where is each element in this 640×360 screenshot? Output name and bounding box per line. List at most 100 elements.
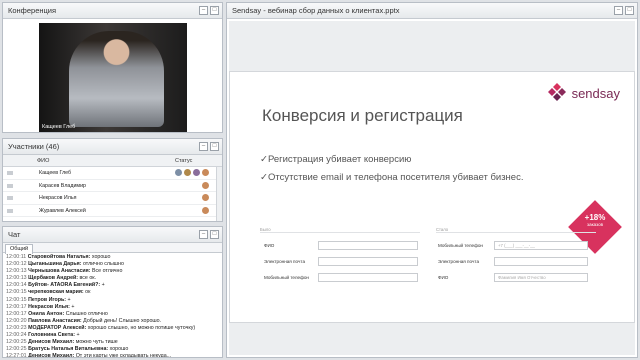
participant-status [175,169,209,176]
form-caption: Стало [436,227,449,232]
presentation-header: Sendsay - вебинар сбор данных о клиентах… [227,3,637,19]
participant-row[interactable]: Кащеев Глеб [3,167,222,180]
maximize-button[interactable]: □ [210,142,219,151]
chat-message: 12:00:15 черепковская мария: ок [6,289,219,296]
badge-percent: +18% [584,213,606,222]
chat-author: Павлова Анастасия: [28,317,82,324]
chat-messages: 12:00:11 Старовойтова Наталья: хорошо 12:… [3,253,222,358]
tab-general[interactable]: Общий [5,244,34,254]
participant-status [175,206,209,214]
chat-text: Все отлично [90,268,123,275]
chat-text: + [75,332,80,339]
form-caption: Было [260,227,271,232]
slide-viewport: sendsay Конверсия и регистрация ✓Регистр… [229,21,635,355]
presenter-icon [193,169,200,176]
field-label: ФИО [438,275,449,280]
chat-author: Онила Антон: [28,310,65,317]
chat-message: 12:00:14 Буйтов- ATAORA Евгений?: + [6,282,219,289]
participant-row[interactable]: Некрасов Илья [3,192,222,205]
microphone-icon [184,169,191,176]
name-input[interactable] [318,241,418,250]
form-after: Стало Мобильный телефон +7 (___) ___-__-… [436,227,596,294]
participants-scrollbar[interactable] [216,167,222,221]
logo-text: sendsay [571,85,620,101]
chat-message: 12:00:17 Некрасов Илья: + [6,304,219,311]
conference-title: Конференция [8,6,57,15]
column-name[interactable]: ФИО [37,155,49,167]
row-marker-icon [7,196,13,200]
presentation-title: Sendsay - вебинар сбор данных о клиентах… [232,6,400,15]
video-caption: Кащеев Глеб [42,124,76,130]
participant-row[interactable]: Журавлев Алексей [3,205,222,217]
participant-status [175,194,209,201]
chat-author: Чернышова Анастасия: [28,268,91,275]
conference-panel: Конференция – □ Кащеев Глеб [2,2,223,133]
chat-message: 12:00:17 Онила Антон: Слышно отлично [6,311,219,318]
name-input[interactable]: Фамилия Имя Отчество [494,273,588,282]
chat-author: Головнина Света: [28,332,76,339]
phone-input[interactable]: +7 (___) ___-__-__ [494,241,588,250]
chat-message: 12:00:24 Головнина Света: + [6,332,219,339]
slide: sendsay Конверсия и регистрация ✓Регистр… [229,71,635,323]
sendsay-logo: sendsay [546,82,620,104]
chat-time: 12:00:24 [6,332,27,339]
chat-text: отлично слышно [81,261,124,268]
phone-input[interactable] [318,273,418,282]
conversion-badge-text: +18% заказов [576,213,614,227]
maximize-button[interactable]: □ [210,6,219,15]
video-feed[interactable]: Кащеев Глеб [39,23,187,132]
column-status[interactable]: Статус [175,155,192,167]
participants-window-controls: – □ [199,142,219,151]
chat-time: 12:00:15 [6,296,27,303]
chat-author: Цыганьшина Дарья: [28,261,82,268]
participant-name: Карасев Владимир [39,182,86,189]
minimize-button[interactable]: – [614,6,623,15]
chat-window-controls: – □ [199,230,219,239]
chat-time: 12:00:25 [6,339,27,346]
presentation-window-controls: – □ [614,6,634,15]
participant-name: Кащеев Глеб [39,170,72,176]
chat-message: 12:00:11 Старовойтова Наталья: хорошо [6,254,219,261]
chat-time: 12:00:14 [6,282,27,289]
camera-icon [175,169,182,176]
participants-column-header: ФИО Статус [3,155,222,167]
chat-message: 12:00:25 Братусь Наталья Витальевна: хор… [6,346,219,353]
chat-time: 12:00:20 [6,317,27,324]
chat-author: черепковская мария: [28,289,84,296]
maximize-button[interactable]: □ [625,6,634,15]
chat-text: хорошо слышно, но можно потише чуточку) [86,324,196,331]
field-label: ФИО [264,243,275,248]
chat-header: Чат – □ [3,227,222,243]
participants-header: Участники (46) – □ [3,139,222,155]
chat-time: 12:00:23 [6,324,27,331]
participant-name: Журавлев Алексей [39,207,86,214]
email-input[interactable] [318,257,418,266]
minimize-button[interactable]: – [199,6,208,15]
chat-time: 12:00:13 [6,275,27,282]
slide-bullet: ✓Регистрация убивает конверсию [260,154,412,165]
name-placeholder: Фамилия Имя Отчество [498,275,546,280]
conference-window-controls: – □ [199,6,219,15]
presenter-video-image [69,31,164,127]
minimize-button[interactable]: – [199,230,208,239]
chat-author: Буйтов- ATAORA Евгений?: [28,282,101,289]
chat-message: 12:27:01 Денисов Михаил: От эти карты уж… [6,353,219,358]
participant-row[interactable]: Карасев Владимир [3,180,222,192]
minimize-button[interactable]: – [199,142,208,151]
chat-text: От эти карты уже складывать некуда... [74,353,172,358]
chat-message: 12:00:23 МОДЕРАТОР Алексей: хорошо слышн… [6,325,219,332]
chat-message: 12:00:25 Денисов Михаил: можно чуть тише [6,339,219,346]
chat-tabbar: Общий [3,243,222,254]
field-label: Электронная почта [438,259,479,264]
form-before: Было ФИО Электронная почта Мобильный тел… [260,227,420,294]
user-icon [202,169,209,176]
email-input[interactable] [494,257,588,266]
chat-time: 12:00:11 [6,254,27,260]
slide-bullet: ✓Отсутствие email и телефона посетителя … [260,172,524,183]
maximize-button[interactable]: □ [210,230,219,239]
chat-author: Денисов Михаил: [28,339,75,346]
chat-text: можно чуть тише [74,339,118,346]
sendsay-logo-icon [547,83,566,101]
chat-text: Добрый день! Слышно хорошо. [81,317,162,324]
presentation-panel: Sendsay - вебинар сбор данных о клиентах… [226,2,638,358]
